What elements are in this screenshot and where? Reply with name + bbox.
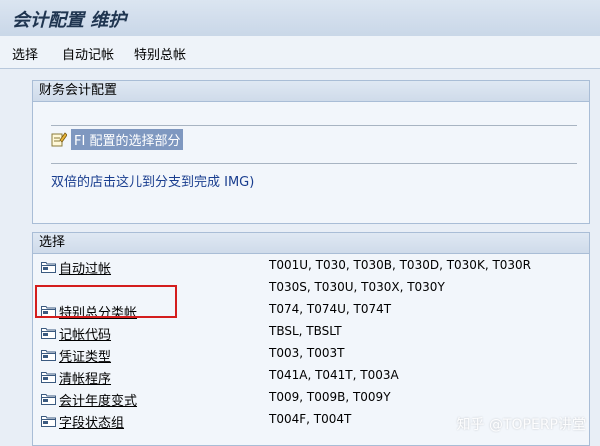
folder-icon — [41, 370, 56, 383]
fi-config-panel-heading: 财务会计配置 — [33, 81, 589, 102]
selection-row-link[interactable]: 自动过帐 — [59, 258, 111, 277]
selection-row-tables: T041A, T041T, T003A — [269, 368, 399, 382]
folder-icon — [41, 414, 56, 427]
folder-icon — [41, 260, 56, 273]
edit-pencil-icon — [51, 131, 68, 147]
menu-bar: 选择 自动记帐 特别总帐 — [0, 36, 600, 69]
selection-row-link[interactable]: 会计年度变式 — [59, 390, 137, 409]
selection-row: 记帐代码 TBSL, TBSLT — [33, 321, 589, 343]
separator-top — [51, 125, 577, 126]
folder-icon — [41, 348, 56, 361]
selection-row-tables: T003, T003T — [269, 346, 345, 360]
fi-config-hint-text: 双倍的店击这儿到分支到完成 IMG) — [51, 175, 255, 190]
selection-row-tables: T004F, T004T — [269, 412, 352, 426]
selection-row-tables: T074, T074U, T074T — [269, 302, 392, 316]
fi-config-panel: 财务会计配置 FI 配置的选择部分 双倍的店击这儿到分支到完成 IMG) — [32, 80, 590, 224]
selection-panel-heading: 选择 — [33, 233, 589, 254]
selection-row-tables: T030S, T030U, T030X, T030Y — [269, 280, 445, 294]
selection-row-link[interactable]: 凭证类型 — [59, 346, 111, 365]
selection-row: 自动过帐 T001U, T030, T030B, T030D, T030K, T0… — [33, 255, 589, 277]
folder-icon — [41, 392, 56, 405]
highlight-box — [35, 285, 177, 318]
selection-row-link[interactable]: 字段状态组 — [59, 412, 124, 431]
title-bar: 会计配置 维护 — [0, 0, 600, 36]
selection-row-tables: T009, T009B, T009Y — [269, 390, 391, 404]
menu-item-special-gl[interactable]: 特别总帐 — [134, 44, 186, 63]
window-title: 会计配置 维护 — [12, 10, 127, 31]
selection-row: 凭证类型 T003, T003T — [33, 343, 589, 365]
fi-config-selection-link[interactable]: FI 配置的选择部分 — [71, 129, 184, 150]
selection-row-link[interactable]: 记帐代码 — [59, 324, 111, 343]
selection-row-link[interactable]: 清帐程序 — [59, 368, 111, 387]
selection-row: 清帐程序 T041A, T041T, T003A — [33, 365, 589, 387]
selection-row-tables: T001U, T030, T030B, T030D, T030K, T030R — [269, 258, 532, 272]
menu-item-select[interactable]: 选择 — [12, 44, 38, 63]
menu-item-auto-posting[interactable]: 自动记帐 — [62, 44, 114, 63]
watermark-text: 知乎 @TOPERP讲堂 — [456, 417, 586, 433]
selection-row-tables: TBSL, TBSLT — [269, 324, 342, 338]
selection-row: 会计年度变式 T009, T009B, T009Y — [33, 387, 589, 409]
folder-icon — [41, 326, 56, 339]
separator-bottom — [51, 163, 577, 164]
